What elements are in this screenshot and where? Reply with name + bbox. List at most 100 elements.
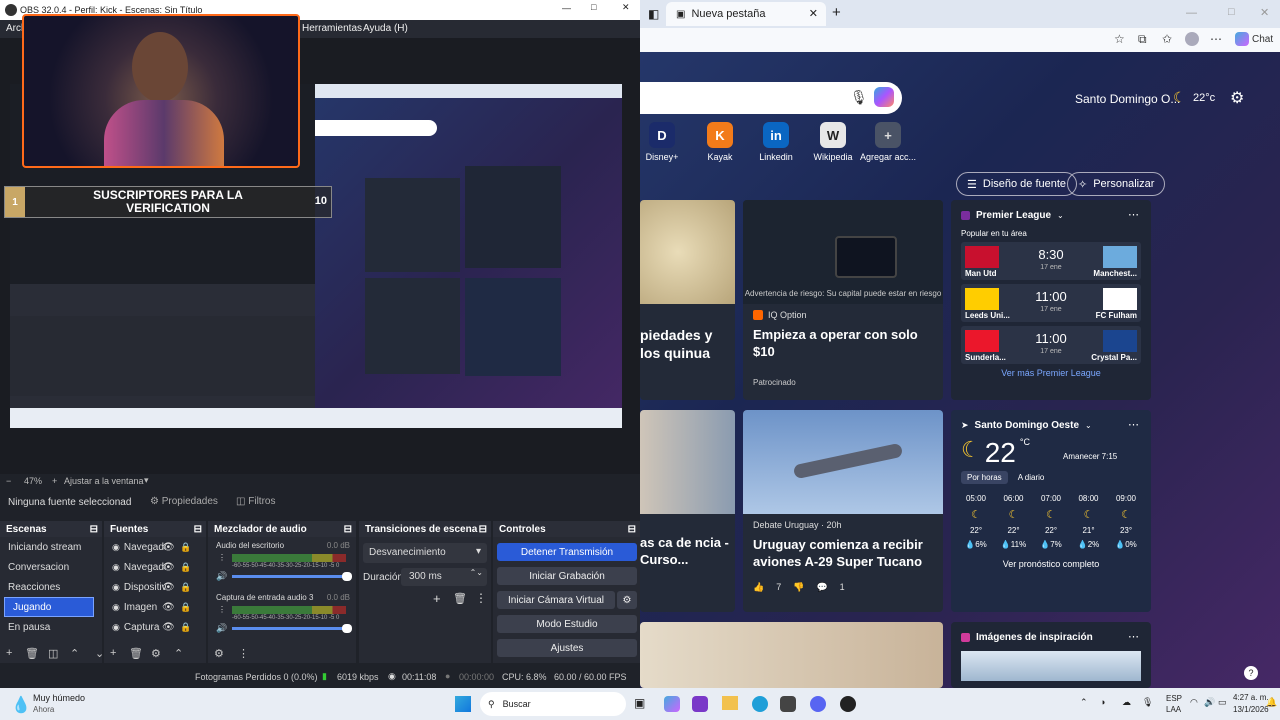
maximize-icon[interactable]: □: [591, 2, 596, 12]
obs-app-icon[interactable]: [840, 696, 856, 712]
more-options-icon[interactable]: ⋯: [1128, 208, 1139, 221]
iq-option-card[interactable]: Advertencia de riesgo: Su capital puede …: [743, 200, 943, 400]
start-virtual-camera-button[interactable]: Iniciar Cámara Virtual: [497, 591, 615, 609]
filters-button[interactable]: ◫ Filtros: [236, 496, 275, 507]
maximize-icon[interactable]: □: [1228, 6, 1235, 18]
volume-slider-handle[interactable]: [342, 624, 352, 633]
tab-new-tab[interactable]: ▣ Nueva pestaña ✕: [666, 2, 826, 26]
discord-icon[interactable]: [810, 696, 826, 712]
clock-date[interactable]: 13/1/2026: [1233, 705, 1269, 714]
scene-item[interactable]: Conversacion: [0, 557, 102, 577]
shortcut-add[interactable]: + Agregar acc...: [858, 122, 918, 162]
remove-transition-icon[interactable]: 🗑: [453, 592, 467, 605]
visibility-eye-icon[interactable]: 👁: [162, 602, 175, 613]
weather-widget-title[interactable]: Muy húmedo: [33, 693, 85, 703]
zoom-in-icon[interactable]: +: [52, 476, 57, 486]
favorites-icon[interactable]: ✩: [1162, 32, 1172, 46]
dock-menu-icon[interactable]: ⊟: [628, 524, 636, 535]
notifications-icon[interactable]: 🔔: [1266, 697, 1277, 708]
copilot-app-icon[interactable]: [664, 696, 680, 712]
transition-menu-icon[interactable]: ⋮: [475, 591, 487, 605]
remove-scene-icon[interactable]: 🗑: [25, 647, 39, 663]
full-forecast-link[interactable]: Ver pronóstico completo: [951, 559, 1151, 569]
volume-slider-handle[interactable]: [342, 572, 352, 581]
volume-icon[interactable]: 🔊: [1204, 697, 1215, 708]
lock-icon[interactable]: 🔒: [180, 582, 191, 593]
lock-icon[interactable]: 🔒: [180, 562, 191, 573]
settings-gear-icon[interactable]: ⚙: [1230, 88, 1244, 108]
add-source-icon[interactable]: +: [110, 647, 116, 663]
stop-streaming-button[interactable]: Detener Transmisión: [497, 543, 637, 561]
channel-menu-icon[interactable]: ⋮: [218, 553, 226, 562]
remove-source-icon[interactable]: 🗑: [129, 647, 143, 663]
battery-icon[interactable]: ▭: [1218, 697, 1227, 708]
menu-help[interactable]: Ayuda (H): [363, 23, 408, 34]
help-icon[interactable]: ?: [1244, 666, 1258, 680]
close-window-icon[interactable]: ✕: [1260, 6, 1269, 19]
close-window-icon[interactable]: ✕: [622, 2, 630, 13]
shortcut-kayak[interactable]: K Kayak: [690, 122, 750, 162]
course-card[interactable]: as ca de ncia - Curso...: [640, 410, 735, 612]
favorite-star-icon[interactable]: ☆: [1114, 32, 1125, 46]
source-up-icon[interactable]: ⌃: [174, 647, 183, 663]
speaker-icon[interactable]: 🔊: [216, 623, 227, 634]
bottom-image-card[interactable]: [640, 622, 943, 688]
move-down-icon[interactable]: ⌄: [95, 647, 104, 663]
match-row[interactable]: Sunderla... 11:00 17 ene Crystal Pa...: [961, 326, 1141, 364]
split-screen-icon[interactable]: ⧉: [1138, 32, 1147, 47]
profile-avatar[interactable]: [1185, 32, 1199, 46]
tab-daily[interactable]: A diario: [1014, 471, 1049, 484]
scene-item[interactable]: Reacciones: [0, 577, 102, 597]
zoom-out-icon[interactable]: −: [6, 476, 11, 486]
visibility-eye-icon[interactable]: 👁: [162, 582, 175, 593]
source-item[interactable]: ◉ Captura 👁 🔒: [104, 617, 206, 637]
dock-menu-icon[interactable]: ⊟: [90, 524, 98, 535]
visibility-eye-icon[interactable]: 👁: [162, 542, 175, 553]
quinoa-card[interactable]: piedades y los quinua: [640, 200, 735, 400]
source-item[interactable]: ◉Navegador👁 🔒: [104, 557, 206, 577]
uruguay-card[interactable]: Debate Uruguay · 20h Uruguay comienza a …: [743, 410, 943, 612]
scene-item[interactable]: En pausa: [0, 617, 102, 637]
volume-slider[interactable]: [232, 572, 352, 581]
weather-location[interactable]: Santo Domingo O...: [1075, 92, 1180, 106]
channel-menu-icon[interactable]: ⋮: [218, 605, 226, 614]
mixer-settings-icon[interactable]: ⚙: [214, 647, 224, 663]
dock-menu-icon[interactable]: ⊟: [479, 524, 487, 535]
edge-icon[interactable]: [752, 696, 768, 712]
dock-menu-icon[interactable]: ⊟: [194, 524, 202, 535]
weather-header[interactable]: ➤ Santo Domingo Oeste ⌄ ⋯: [951, 410, 1151, 431]
source-item[interactable]: ◉Dispositivo👁 🔒: [104, 577, 206, 597]
more-options-icon[interactable]: ⋯: [1128, 630, 1139, 643]
source-settings-icon[interactable]: ⚙: [151, 647, 161, 663]
language-indicator[interactable]: ESP: [1166, 694, 1182, 703]
tray-chevron-icon[interactable]: ⌃: [1080, 697, 1088, 708]
more-menu-icon[interactable]: ⋯: [1210, 32, 1222, 46]
match-row[interactable]: Leeds Uni... 11:00 17 ene FC Fulham: [961, 284, 1141, 322]
start-recording-button[interactable]: Iniciar Grabación: [497, 567, 637, 585]
transition-select[interactable]: Desvanecimiento ▾: [363, 543, 487, 563]
shortcut-disney[interactable]: D Disney+: [640, 122, 692, 162]
minimize-icon[interactable]: —: [562, 3, 571, 13]
obs-preview[interactable]: 1 SUSCRIPTORES PARA LA VERIFICATION 10: [0, 14, 640, 474]
speaker-icon[interactable]: 🔊: [216, 571, 227, 582]
like-icon[interactable]: 👍: [753, 582, 764, 593]
shortcut-wikipedia[interactable]: W Wikipedia: [803, 122, 863, 162]
personalize-button[interactable]: ✧ Personalizar: [1067, 172, 1166, 196]
lock-icon[interactable]: 🔒: [180, 622, 191, 633]
dropdown-icon[interactable]: ▾: [144, 475, 149, 486]
visibility-eye-icon[interactable]: 👁: [162, 562, 175, 573]
premier-header[interactable]: Premier League ⌄ ⋯: [951, 200, 1151, 221]
chat-label[interactable]: Chat: [1252, 34, 1273, 45]
microphone-icon[interactable]: 🎙: [850, 89, 868, 106]
dislike-icon[interactable]: 👎: [793, 582, 804, 593]
microphone-tray-icon[interactable]: 🎙: [1142, 697, 1153, 708]
studio-mode-button[interactable]: Modo Estudio: [497, 615, 637, 633]
lock-icon[interactable]: 🔒: [180, 602, 191, 613]
taskbar-search[interactable]: ⚲ Buscar: [480, 692, 626, 716]
scene-item[interactable]: Iniciando stream: [0, 537, 102, 557]
add-transition-icon[interactable]: +: [433, 591, 441, 606]
stepper-icon[interactable]: ⌃⌄: [470, 568, 483, 577]
move-up-icon[interactable]: ⌃: [70, 647, 79, 663]
menu-tools[interactable]: Herramientas: [302, 23, 362, 34]
source-item[interactable]: ◉Navegador👁 🔒: [104, 537, 206, 557]
